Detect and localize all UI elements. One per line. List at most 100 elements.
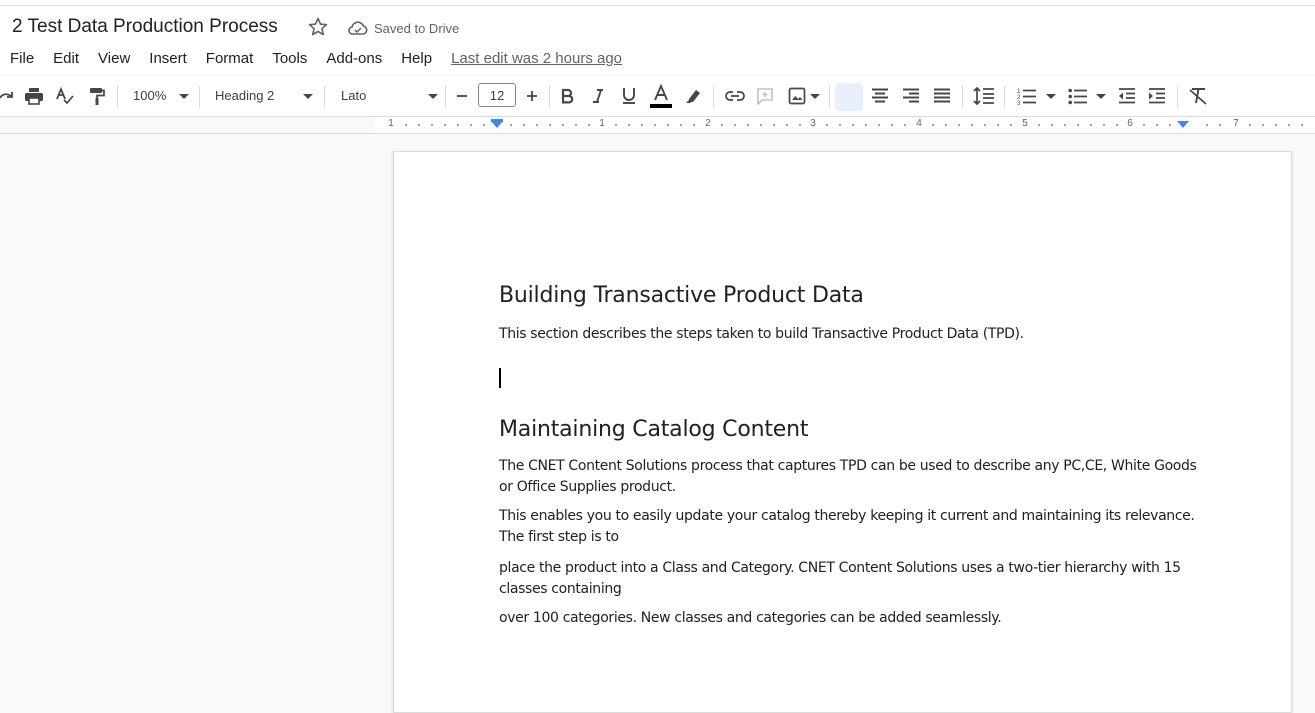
ruler-tick: [1169, 124, 1171, 126]
font-size-input[interactable]: 12: [478, 83, 516, 107]
ruler-tick: [523, 124, 525, 126]
increase-font-size-icon[interactable]: [522, 84, 542, 108]
redo-icon[interactable]: [0, 84, 14, 108]
insert-image-icon[interactable]: [786, 84, 808, 108]
bulleted-list-chevron-down-icon[interactable]: [1096, 94, 1106, 99]
paragraph[interactable]: This section describes the steps taken t…: [499, 324, 1199, 345]
separator: [445, 86, 446, 108]
ruler-label: 2: [705, 118, 711, 129]
ruler-tick: [1156, 124, 1158, 126]
ruler-tick: [721, 124, 723, 126]
clear-formatting-icon[interactable]: [1187, 84, 1209, 108]
menu-tools[interactable]: Tools: [262, 49, 316, 71]
ruler-tick: [667, 124, 669, 126]
document-page[interactable]: Building Transactive Product Data This s…: [393, 151, 1292, 713]
ruler-label: 1: [388, 118, 394, 129]
ruler-tick: [1090, 124, 1092, 126]
text-color-icon[interactable]: [648, 84, 674, 110]
svg-text:3: 3: [1017, 101, 1021, 105]
menu-help[interactable]: Help: [391, 49, 441, 71]
separator: [1177, 86, 1178, 108]
numbered-list-chevron-down-icon[interactable]: [1046, 94, 1056, 99]
menu-view[interactable]: View: [88, 49, 139, 71]
doc-header: 2 Test Data Production Process Saved to …: [0, 6, 1315, 74]
align-right-icon[interactable]: [900, 84, 922, 108]
ruler-label: 6: [1127, 118, 1133, 129]
menu-format[interactable]: Format: [196, 49, 263, 71]
menu-addons[interactable]: Add-ons: [316, 49, 391, 71]
ruler-tick: [786, 124, 788, 126]
separator: [549, 86, 550, 108]
print-icon[interactable]: [23, 84, 45, 108]
ruler-tick: [760, 124, 762, 126]
ruler-label: 5: [1022, 118, 1028, 129]
bulleted-list-icon[interactable]: [1066, 84, 1090, 108]
document-title[interactable]: 2 Test Data Production Process: [12, 16, 278, 38]
zoom-chevron-down-icon[interactable]: [179, 94, 189, 99]
ruler-tick: [654, 124, 656, 126]
ruler-tick: [615, 124, 617, 126]
last-edit-link[interactable]: Last edit was 2 hours ago: [451, 49, 622, 71]
font-chevron-down-icon[interactable]: [428, 94, 438, 99]
right-indent-marker[interactable]: [1177, 121, 1189, 128]
cloud-saved-icon[interactable]: [347, 19, 369, 37]
ruler-label: 3: [810, 118, 816, 129]
ruler-tick: [1262, 124, 1264, 126]
spellcheck-icon[interactable]: [54, 84, 76, 108]
font-select[interactable]: Lato: [341, 88, 366, 103]
ruler-tick: [734, 124, 736, 126]
ruler-tick: [891, 124, 893, 126]
ruler-tick: [773, 124, 775, 126]
decrease-indent-icon[interactable]: [1116, 84, 1138, 108]
highlight-color-icon[interactable]: [682, 84, 704, 108]
menu-file[interactable]: File: [0, 49, 43, 71]
horizontal-ruler[interactable]: 1 1 2 3 4 5 6 7: [375, 117, 1315, 133]
ruler-strip: 1 1 2 3 4 5 6 7: [0, 117, 1315, 134]
align-justify-icon[interactable]: [931, 84, 953, 108]
ruler-tick: [1206, 124, 1208, 126]
paragraph[interactable]: over 100 categories. New classes and cat…: [499, 608, 1199, 629]
ruler-tick: [1077, 124, 1079, 126]
menu-insert[interactable]: Insert: [139, 49, 196, 71]
align-center-icon[interactable]: [869, 84, 891, 108]
separator: [713, 86, 714, 108]
ruler-tick: [839, 124, 841, 126]
ruler-tick: [431, 124, 433, 126]
ruler-tick: [1038, 124, 1040, 126]
style-select[interactable]: Heading 2: [215, 88, 274, 103]
increase-indent-icon[interactable]: [1146, 84, 1168, 108]
italic-icon[interactable]: [587, 84, 609, 108]
star-icon[interactable]: [306, 15, 330, 39]
ruler-tick: [641, 124, 643, 126]
ruler-tick: [680, 124, 682, 126]
separator: [199, 86, 200, 108]
paragraph[interactable]: This enables you to easily update your c…: [499, 506, 1199, 548]
decrease-font-size-icon[interactable]: [452, 84, 472, 108]
bold-icon[interactable]: [556, 84, 578, 108]
ruler-tick: [865, 124, 867, 126]
left-indent-marker[interactable]: [491, 121, 503, 128]
paint-format-icon[interactable]: [86, 84, 108, 108]
ruler-tick: [1219, 124, 1221, 126]
ruler-tick: [958, 124, 960, 126]
zoom-select[interactable]: 100%: [133, 88, 166, 103]
menu-edit[interactable]: Edit: [43, 49, 88, 71]
insert-link-icon[interactable]: [723, 84, 747, 108]
ruler-tick: [971, 124, 973, 126]
underline-icon[interactable]: [618, 84, 640, 108]
ruler-tick: [1116, 124, 1118, 126]
style-chevron-down-icon[interactable]: [303, 94, 313, 99]
separator: [962, 86, 963, 108]
line-spacing-icon[interactable]: [972, 84, 996, 108]
numbered-list-icon[interactable]: 123: [1015, 84, 1039, 108]
ruler-tick: [984, 124, 986, 126]
paragraph[interactable]: place the product into a Class and Categ…: [499, 558, 1199, 600]
add-comment-icon[interactable]: [754, 84, 776, 108]
heading-building-tpd[interactable]: Building Transactive Product Data: [499, 283, 864, 308]
image-chevron-down-icon[interactable]: [810, 94, 820, 99]
ruler-label: 4: [916, 118, 922, 129]
paragraph[interactable]: The CNET Content Solutions process that …: [499, 456, 1199, 498]
heading-maintaining-catalog[interactable]: Maintaining Catalog Content: [499, 417, 808, 442]
saved-status[interactable]: Saved to Drive: [374, 21, 459, 36]
separator: [117, 86, 118, 108]
